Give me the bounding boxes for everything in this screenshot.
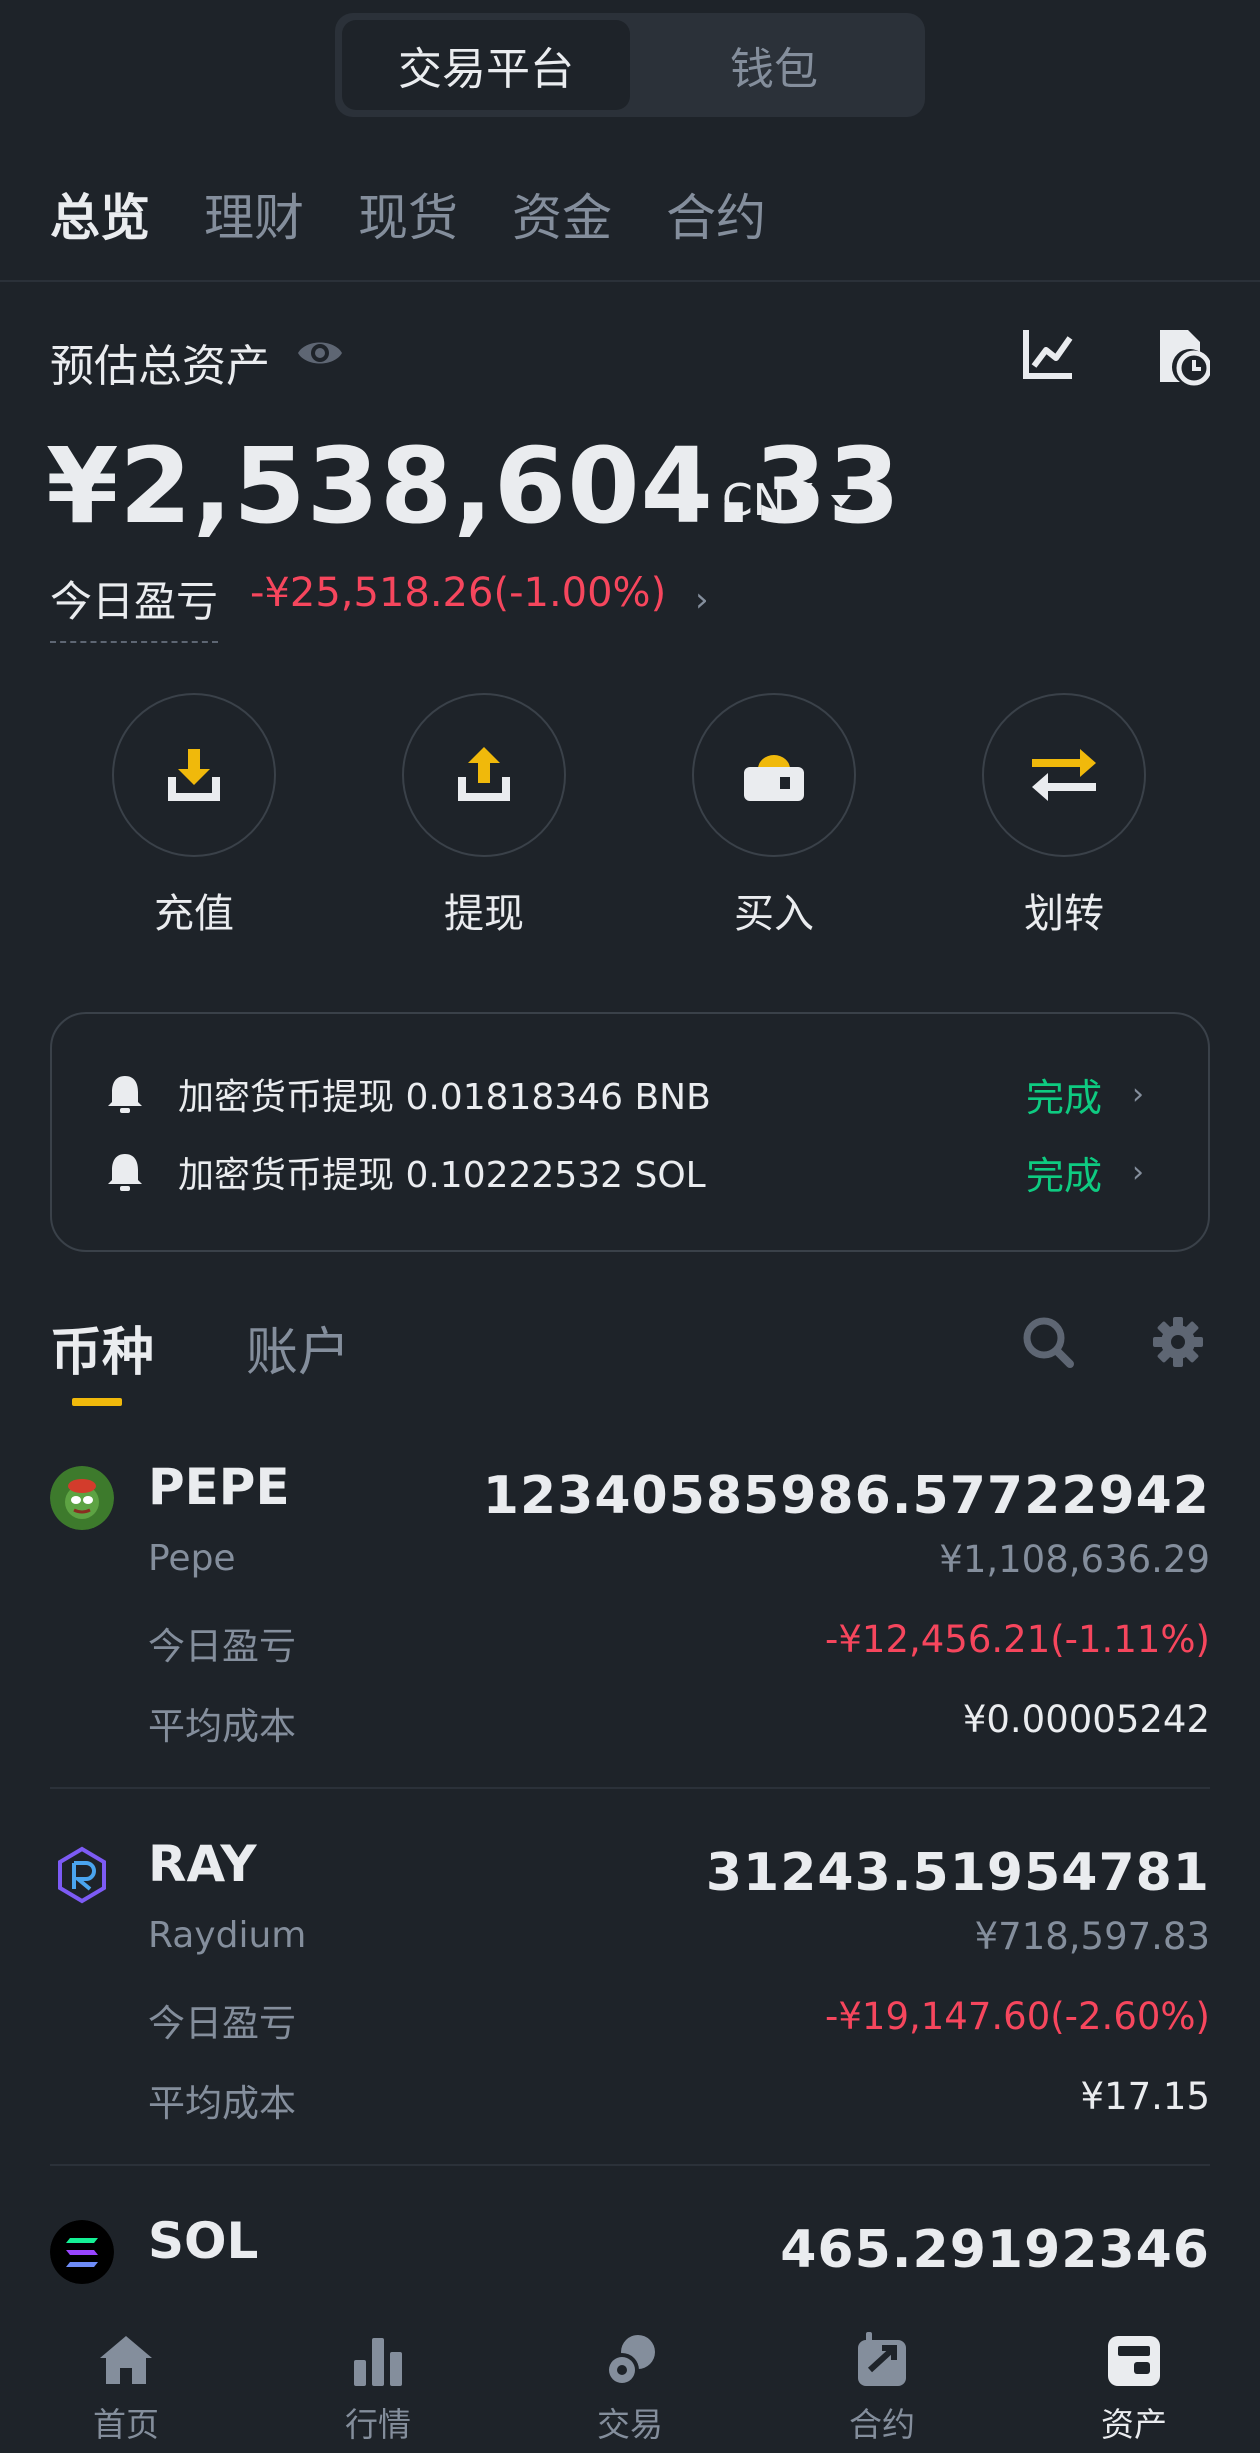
notification-text: 加密货币提现 0.10222532 SOL [178, 1155, 706, 1196]
withdraw-button[interactable]: 提现 [402, 693, 566, 939]
deposit-button-circle [112, 693, 276, 857]
buy-label: 买入 [734, 891, 814, 937]
deposit-icon [168, 749, 220, 801]
tab-wallet[interactable]: 钱包 [630, 20, 918, 110]
asset-name: Raydium [148, 1915, 307, 1956]
main-tabs: 总览 理财 现货 资金 合约 [50, 178, 766, 250]
raydium-logo-icon [58, 1846, 106, 1904]
deposit-button[interactable]: 充值 [112, 693, 276, 939]
platform-switch: 交易平台 钱包 [335, 13, 925, 117]
tab-earn[interactable]: 理财 [204, 178, 304, 250]
tab-exchange[interactable]: 交易平台 [342, 20, 630, 110]
asset-cost-value: ¥17.15 [1080, 2075, 1210, 2118]
nav-home-label: 首页 [93, 2405, 159, 2444]
asset-symbol: RAY [148, 1835, 257, 1893]
bell-icon [108, 1076, 142, 1113]
nav-futures-label: 合约 [849, 2405, 915, 2444]
nav-trade-label: 交易 [597, 2405, 663, 2444]
history-icon[interactable] [1154, 326, 1210, 386]
asset-pnl-label: 今日盈亏 [148, 1625, 296, 1668]
asset-value: ¥718,597.83 [974, 1915, 1210, 1958]
deposit-label: 充值 [154, 891, 234, 937]
asset-cost-label: 平均成本 [148, 1705, 296, 1748]
withdraw-button-circle [402, 693, 566, 857]
asset-pnl-value: -¥19,147.60(-2.60%) [825, 1995, 1210, 2038]
trade-icon [605, 2335, 655, 2387]
asset-row[interactable]: RAY 31243.51954781 Raydium ¥718,597.83 今… [50, 1835, 1210, 2125]
notification-status: 完成 [1025, 1075, 1102, 1120]
asset-cost-label: 平均成本 [148, 2082, 296, 2125]
notification-status: 完成 [1025, 1153, 1102, 1198]
nav-markets-label: 行情 [345, 2405, 411, 2444]
markets-icon [354, 2338, 402, 2386]
nav-markets[interactable]: 行情 [288, 2330, 468, 2446]
futures-icon [858, 2332, 906, 2386]
transfer-button-circle [982, 693, 1146, 857]
withdraw-label: 提现 [444, 891, 524, 937]
eye-icon[interactable] [296, 333, 344, 373]
nav-home[interactable]: 首页 [36, 2330, 216, 2446]
home-icon [100, 2336, 152, 2384]
tabs-divider [0, 280, 1260, 282]
bottom-nav: 首页 行情 交易 合约 资产 [0, 2300, 1260, 2453]
nav-assets[interactable]: 资产 [1044, 2330, 1224, 2446]
asset-symbol: SOL [148, 2212, 259, 2270]
nav-futures[interactable]: 合约 [792, 2330, 972, 2446]
buy-button[interactable]: 买入 [692, 693, 856, 939]
today-pnl-value: -¥25,518.26(-1.00%) [250, 570, 667, 616]
tab-futures[interactable]: 合约 [666, 178, 766, 250]
transfer-label: 划转 [1024, 891, 1104, 937]
asset-quantity: 12340585986.57722942 [482, 1466, 1210, 1526]
asset-pnl-value: -¥12,456.21(-1.11%) [825, 1618, 1210, 1661]
tab-accounts[interactable]: 账户 [246, 1310, 350, 1385]
notification-item[interactable]: 加密货币提现 0.01818346 BNB 完成 › [52, 1064, 1208, 1124]
caret-down-icon [830, 494, 851, 507]
solana-logo-icon [50, 2220, 114, 2284]
row-divider [50, 2164, 1210, 2166]
withdraw-icon [458, 747, 510, 801]
currency-label: CNY [722, 475, 813, 526]
notification-card: 加密货币提现 0.01818346 BNB 完成 › 加密货币提现 0.1022… [50, 1012, 1210, 1252]
transfer-button[interactable]: 划转 [982, 693, 1146, 939]
asset-row[interactable]: PEPE 12340585986.57722942 Pepe ¥1,108,63… [50, 1458, 1210, 1748]
pnl-chart-icon[interactable] [1020, 326, 1076, 382]
search-icon[interactable] [1022, 1316, 1074, 1368]
tab-overview[interactable]: 总览 [50, 178, 150, 250]
tab-spot[interactable]: 现货 [358, 178, 458, 250]
gear-icon[interactable] [1152, 1316, 1204, 1368]
pepe-logo-icon [50, 1466, 114, 1530]
today-pnl-label[interactable]: 今日盈亏 [50, 568, 219, 643]
currency-selector[interactable]: CNY [722, 475, 851, 526]
notification-text: 加密货币提现 0.01818346 BNB [178, 1077, 711, 1118]
asset-pnl-label: 今日盈亏 [148, 2002, 296, 2045]
asset-quantity: 465.29192346 [780, 2220, 1210, 2280]
transfer-icon [1032, 749, 1096, 801]
buy-icon [744, 755, 804, 801]
nav-assets-label: 资产 [1101, 2405, 1167, 2444]
asset-quantity: 31243.51954781 [705, 1843, 1210, 1903]
asset-value: ¥1,108,636.29 [939, 1538, 1210, 1581]
estimated-assets-label: 预估总资产 [50, 341, 270, 392]
tab-funding[interactable]: 资金 [512, 178, 612, 250]
chevron-right-icon[interactable]: › [695, 580, 709, 620]
asset-row[interactable]: SOL 465.29192346 [50, 2212, 1210, 2302]
nav-trade[interactable]: 交易 [540, 2330, 720, 2446]
assets-icon [1108, 2336, 1160, 2386]
asset-cost-value: ¥0.00005242 [962, 1698, 1210, 1741]
asset-name: Pepe [148, 1538, 236, 1579]
buy-button-circle [692, 693, 856, 857]
tab-coins[interactable]: 币种 [50, 1310, 154, 1385]
active-tab-indicator [72, 1398, 122, 1406]
asset-symbol: PEPE [148, 1458, 290, 1516]
row-divider [50, 1787, 1210, 1789]
bell-icon [108, 1154, 142, 1191]
chevron-right-icon: › [1132, 1076, 1144, 1112]
notification-item[interactable]: 加密货币提现 0.10222532 SOL 完成 › [52, 1142, 1208, 1202]
chevron-right-icon: › [1132, 1154, 1144, 1190]
